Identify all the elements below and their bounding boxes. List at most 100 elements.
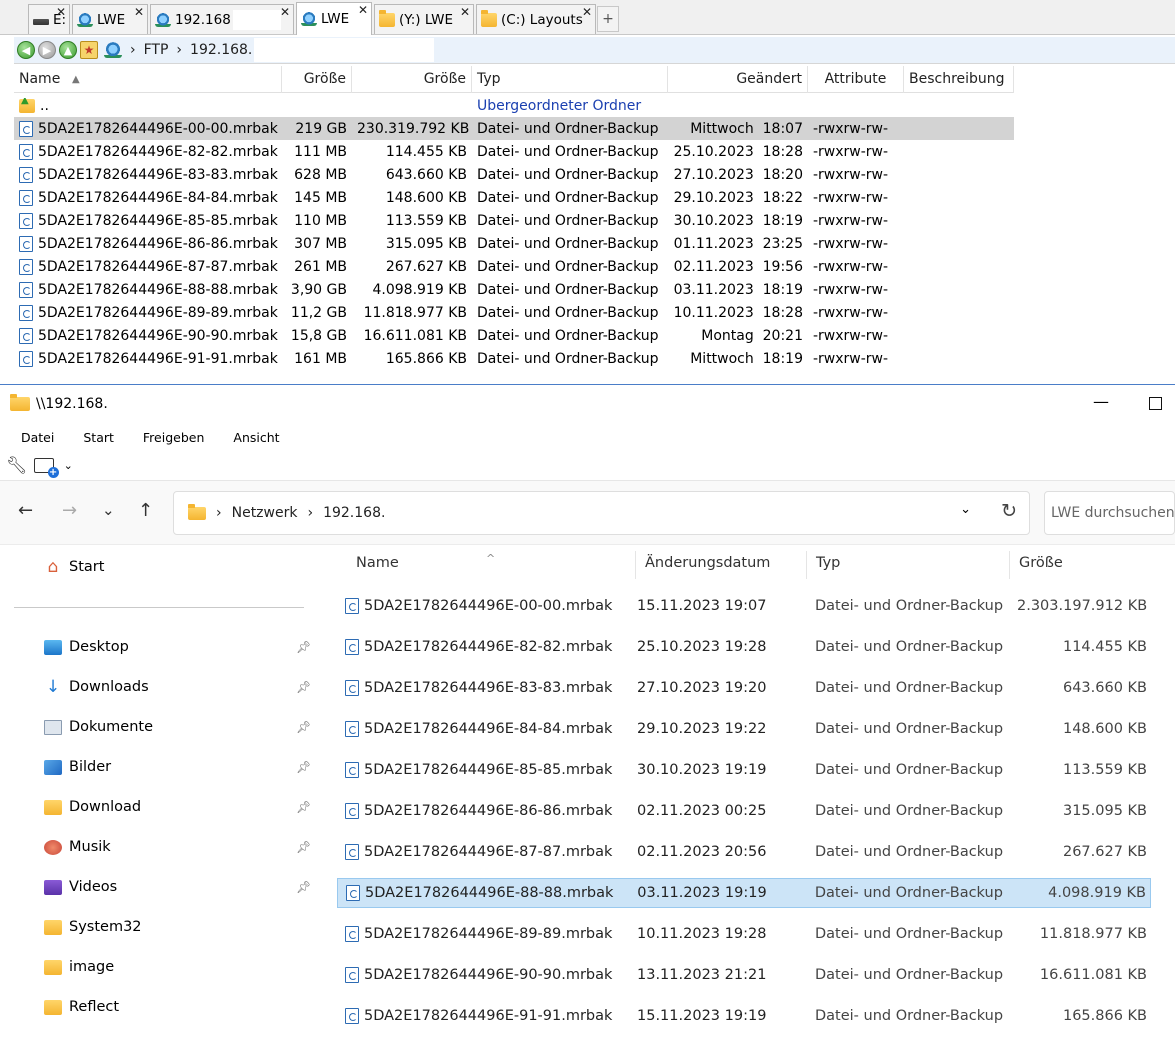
- recent-locations-icon[interactable]: ⌄: [102, 501, 115, 519]
- column-header-name[interactable]: Name ^: [316, 551, 636, 579]
- maximize-button[interactable]: [1149, 397, 1162, 410]
- pin-icon[interactable]: 📌︎: [296, 840, 311, 854]
- file-type: Datei- und Ordner-Backup: [815, 844, 1004, 860]
- file-row[interactable]: 5DA2E1782644496E-90-90.mrbak 13.11.2023 2…: [337, 960, 1151, 990]
- path-segment-ftp[interactable]: FTP: [144, 42, 169, 58]
- up-arrow-icon[interactable]: ↑: [138, 500, 153, 521]
- sidebar-item-label: Desktop: [69, 639, 129, 655]
- column-header-name[interactable]: Name ▲: [14, 66, 282, 93]
- search-input[interactable]: LWE durchsuchen: [1044, 491, 1175, 535]
- file-row[interactable]: 5DA2E1782644496E-90-90.mrbak 15,8 GB 16.61…: [14, 324, 1014, 347]
- file-size-kb: 4.098.919 KB: [372, 281, 468, 298]
- sidebar-item-desktop[interactable]: Desktop 📌︎: [44, 635, 312, 659]
- tab-close-icon[interactable]: ✕: [56, 5, 66, 19]
- sidebar-item-videos[interactable]: Videos 📌︎: [44, 875, 312, 899]
- tab-192-168[interactable]: 192.168 ✕: [150, 4, 294, 34]
- file-size-kb: 267.627 KB: [385, 258, 467, 275]
- sidebar-item-image[interactable]: image: [44, 955, 312, 979]
- file-row[interactable]: 5DA2E1782644496E-00-00.mrbak 219 GB 230.31…: [14, 117, 1014, 140]
- breadcrumb-host[interactable]: 192.168.: [323, 505, 385, 521]
- file-row[interactable]: 5DA2E1782644496E-86-86.mrbak 307 MB 315.09…: [14, 232, 1014, 255]
- breadcrumb-netzwerk[interactable]: Netzwerk: [232, 505, 298, 521]
- address-bar[interactable]: › Netzwerk › 192.168. ⌄ ↻: [173, 491, 1030, 535]
- back-arrow-icon[interactable]: ←: [18, 500, 33, 521]
- file-row[interactable]: 5DA2E1782644496E-91-91.mrbak 161 MB 165.86…: [14, 347, 1014, 370]
- ribbon-tab-freigeben[interactable]: Freigeben: [143, 430, 204, 445]
- ribbon-tab-datei[interactable]: Datei: [21, 430, 54, 445]
- file-row[interactable]: 5DA2E1782644496E-88-88.mrbak 3,90 GB 4.098…: [14, 278, 1014, 301]
- file-row[interactable]: 5DA2E1782644496E-84-84.mrbak 145 MB 148.60…: [14, 186, 1014, 209]
- ribbon-tab-ansicht[interactable]: Ansicht: [233, 430, 279, 445]
- tab-lwe-1[interactable]: LWE ✕: [72, 4, 148, 34]
- sidebar-item-dokumente[interactable]: Dokumente 📌︎: [44, 715, 312, 739]
- file-row[interactable]: 5DA2E1782644496E-85-85.mrbak 110 MB 113.55…: [14, 209, 1014, 232]
- file-row[interactable]: 5DA2E1782644496E-82-82.mrbak 111 MB 114.45…: [14, 140, 1014, 163]
- toolbar-dropdown-icon[interactable]: ⌄: [64, 459, 73, 472]
- file-row[interactable]: 5DA2E1782644496E-88-88.mrbak 03.11.2023 1…: [337, 878, 1151, 908]
- file-row[interactable]: 5DA2E1782644496E-89-89.mrbak 11,2 GB 11.81…: [14, 301, 1014, 324]
- file-row[interactable]: 5DA2E1782644496E-89-89.mrbak 10.11.2023 1…: [337, 919, 1151, 949]
- column-header-changed[interactable]: Geändert: [668, 66, 808, 93]
- column-header-size[interactable]: Größe: [1010, 551, 1160, 579]
- properties-wrench-icon[interactable]: 🔧︎: [6, 456, 28, 476]
- pin-icon[interactable]: 📌︎: [296, 760, 311, 774]
- chevron-down-icon[interactable]: ⌄: [960, 502, 971, 517]
- pin-icon[interactable]: 📌︎: [296, 720, 311, 734]
- file-row[interactable]: 5DA2E1782644496E-86-86.mrbak 02.11.2023 0…: [337, 796, 1151, 826]
- forward-arrow-icon[interactable]: →: [62, 500, 77, 521]
- new-tab-button[interactable]: +: [597, 6, 619, 32]
- sidebar-item-download[interactable]: Download 📌︎: [44, 795, 312, 819]
- ribbon-tab-start[interactable]: Start: [83, 430, 114, 445]
- tab-drive-e[interactable]: E: ✕: [28, 4, 70, 34]
- file-row[interactable]: 5DA2E1782644496E-83-83.mrbak 27.10.2023 1…: [337, 673, 1151, 703]
- pin-icon[interactable]: 📌︎: [296, 800, 311, 814]
- tab-close-icon[interactable]: ✕: [280, 5, 290, 19]
- tab-close-icon[interactable]: ✕: [460, 5, 470, 19]
- file-row[interactable]: 5DA2E1782644496E-82-82.mrbak 25.10.2023 1…: [337, 632, 1151, 662]
- file-row[interactable]: 5DA2E1782644496E-83-83.mrbak 628 MB 643.66…: [14, 163, 1014, 186]
- column-header-description[interactable]: Beschreibung: [904, 66, 1014, 93]
- path-segment-host[interactable]: 192.168.: [190, 42, 252, 58]
- column-header-type[interactable]: Typ: [472, 66, 668, 93]
- forward-icon[interactable]: ▶: [38, 41, 56, 59]
- tab-y-lwe[interactable]: (Y:) LWE ✕: [374, 4, 474, 34]
- sidebar-item-reflect[interactable]: Reflect: [44, 995, 312, 1019]
- sidebar-item-system32[interactable]: System32: [44, 915, 312, 939]
- column-header-size-short[interactable]: Größe: [282, 66, 352, 93]
- file-row[interactable]: 5DA2E1782644496E-00-00.mrbak 15.11.2023 1…: [337, 591, 1151, 621]
- tab-lwe-active[interactable]: LWE ✕: [296, 2, 372, 35]
- file-row[interactable]: 5DA2E1782644496E-84-84.mrbak 29.10.2023 1…: [337, 714, 1151, 744]
- column-header-type[interactable]: Typ: [807, 551, 1010, 579]
- favorites-star-icon[interactable]: ★: [80, 41, 98, 59]
- minimize-button[interactable]: —: [1091, 393, 1111, 413]
- new-folder-icon[interactable]: [33, 458, 59, 478]
- pin-icon[interactable]: 📌︎: [296, 680, 311, 694]
- tab-close-icon[interactable]: ✕: [134, 5, 144, 19]
- back-icon[interactable]: ◀: [17, 41, 35, 59]
- file-row[interactable]: 5DA2E1782644496E-85-85.mrbak 30.10.2023 1…: [337, 755, 1151, 785]
- pin-icon[interactable]: 📌︎: [296, 880, 311, 894]
- tab-c-layouts[interactable]: (C:) Layouts ✕: [476, 4, 596, 34]
- file-modified-date: 27.10.2023 19:20: [637, 680, 767, 696]
- pin-icon[interactable]: 📌︎: [296, 640, 311, 654]
- sidebar-item-start[interactable]: ⌂ Start: [44, 555, 312, 579]
- parent-folder-row[interactable]: .. Übergeordneter Ordner: [14, 94, 1014, 117]
- sidebar-item-bilder[interactable]: Bilder 📌︎: [44, 755, 312, 779]
- column-header-attributes[interactable]: Attribute: [808, 66, 904, 93]
- column-header-row: Name ^ Änderungsdatum Typ Größe: [316, 551, 1175, 579]
- file-row[interactable]: 5DA2E1782644496E-91-91.mrbak 15.11.2023 1…: [337, 1001, 1151, 1031]
- file-row[interactable]: 5DA2E1782644496E-87-87.mrbak 261 MB 267.62…: [14, 255, 1014, 278]
- file-row[interactable]: 5DA2E1782644496E-87-87.mrbak 02.11.2023 2…: [337, 837, 1151, 867]
- column-header-date[interactable]: Änderungsdatum: [636, 551, 807, 579]
- sidebar-item-downloads[interactable]: ↓ Downloads 📌︎: [44, 675, 312, 699]
- file-name: 5DA2E1782644496E-88-88.mrbak: [365, 885, 614, 901]
- backup-file-icon: [345, 1008, 359, 1024]
- tab-close-icon[interactable]: ✕: [582, 5, 592, 19]
- sidebar-item-musik[interactable]: Musik 📌︎: [44, 835, 312, 859]
- up-icon[interactable]: ▲: [59, 41, 77, 59]
- folder-icon: [44, 999, 62, 1015]
- refresh-icon[interactable]: ↻: [1001, 500, 1017, 522]
- tab-close-icon[interactable]: ✕: [358, 3, 368, 17]
- title-bar: \\192.168. —: [0, 385, 1175, 423]
- column-header-size-kb[interactable]: Größe: [352, 66, 472, 93]
